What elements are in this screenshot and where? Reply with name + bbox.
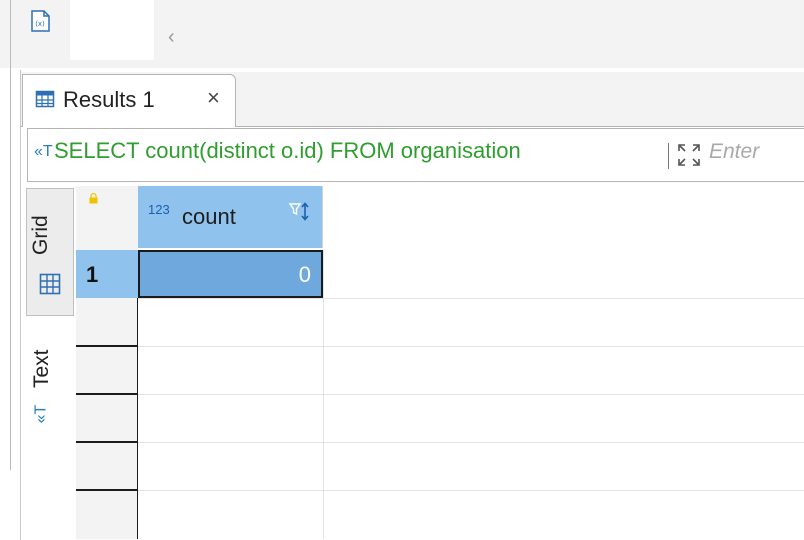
- left-border: [10, 0, 11, 470]
- row-number-separator: [76, 489, 138, 491]
- variable-icon[interactable]: (x): [29, 10, 51, 32]
- svg-text:(x): (x): [35, 20, 45, 28]
- query-divider: [668, 143, 669, 169]
- text-format-icon: «T: [34, 143, 53, 160]
- lock-icon: [89, 193, 98, 204]
- row-number-separator: [76, 393, 138, 395]
- tab-label: Results 1: [63, 87, 155, 112]
- row-separator: [138, 442, 804, 443]
- row-separator: [138, 394, 804, 395]
- row-separator: [138, 298, 804, 299]
- expand-icon[interactable]: [676, 142, 702, 168]
- filter-input[interactable]: Enter: [709, 140, 759, 164]
- tab-text[interactable]: Text: [30, 349, 54, 388]
- number-type-icon: 123: [148, 202, 170, 217]
- table-cell-selected[interactable]: 0: [138, 250, 323, 298]
- tab-grid[interactable]: Grid: [26, 188, 74, 316]
- query-text[interactable]: SELECT count(distinct o.id) FROM organis…: [54, 138, 521, 164]
- row-separator: [138, 346, 804, 347]
- panel-border: [20, 70, 21, 540]
- text-format-icon: «T: [32, 404, 50, 424]
- grid-icon: [39, 273, 61, 295]
- column-header-count[interactable]: 123 count: [138, 186, 323, 248]
- query-bar: «T SELECT count(distinct o.id) FROM orga…: [27, 128, 804, 182]
- close-icon[interactable]: ×: [207, 85, 220, 111]
- column-name: count: [182, 204, 236, 229]
- scroll-left-icon[interactable]: ‹: [168, 26, 175, 48]
- row-number-column: [76, 186, 138, 539]
- grid-tab-label: Grid: [29, 215, 52, 255]
- toolbar-gap: [70, 0, 154, 60]
- table-icon: [35, 90, 55, 108]
- cell-value: 0: [298, 262, 311, 287]
- row-number: 1: [86, 262, 99, 287]
- header-empty-area: [323, 186, 804, 248]
- row-number-separator: [76, 345, 138, 347]
- row-separator: [138, 490, 804, 491]
- filter-sort-icon[interactable]: [288, 200, 312, 224]
- row-number-separator: [76, 441, 138, 443]
- tab-results-1[interactable]: Results 1 ×: [22, 74, 236, 127]
- row-number-border: [137, 298, 138, 539]
